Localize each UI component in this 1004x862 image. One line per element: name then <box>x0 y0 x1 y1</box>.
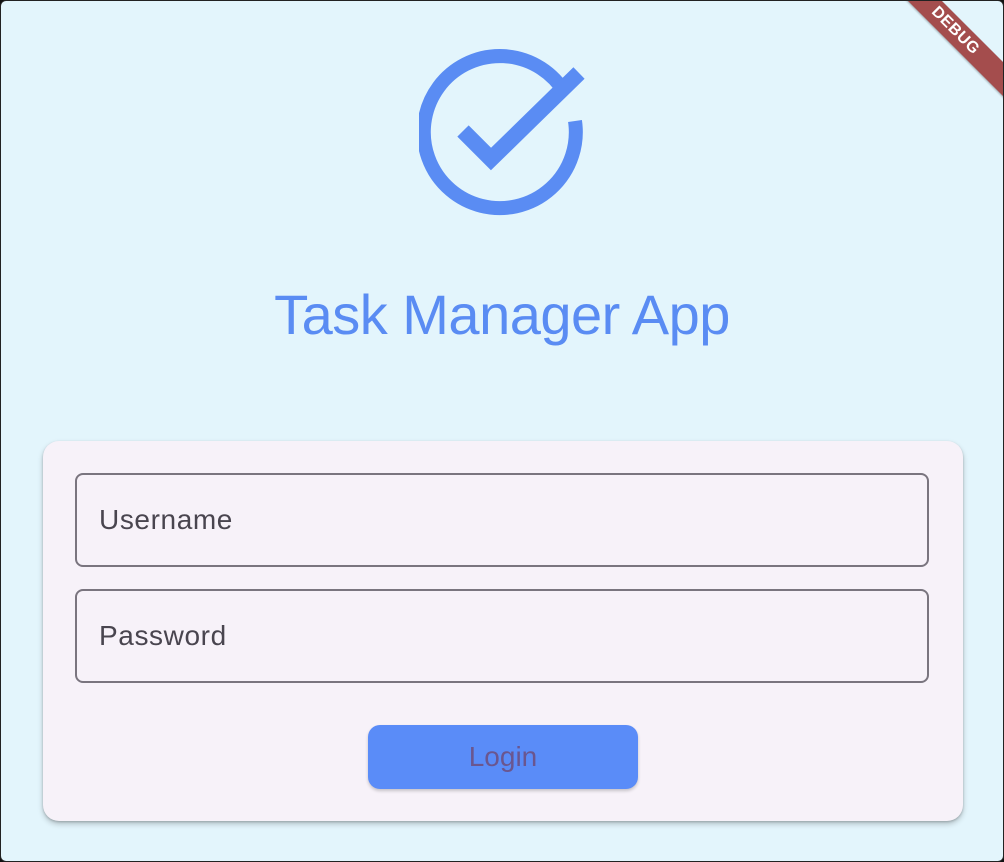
app-window: Task Manager App Login DEBUG <box>0 0 1004 862</box>
app-title: Task Manager App <box>274 283 730 346</box>
debug-banner: DEBUG <box>882 1 1003 104</box>
username-input[interactable] <box>75 473 929 567</box>
login-button[interactable]: Login <box>368 725 638 789</box>
password-input[interactable] <box>75 589 929 683</box>
login-card: Login <box>43 441 963 821</box>
check-circle-icon <box>419 49 587 217</box>
